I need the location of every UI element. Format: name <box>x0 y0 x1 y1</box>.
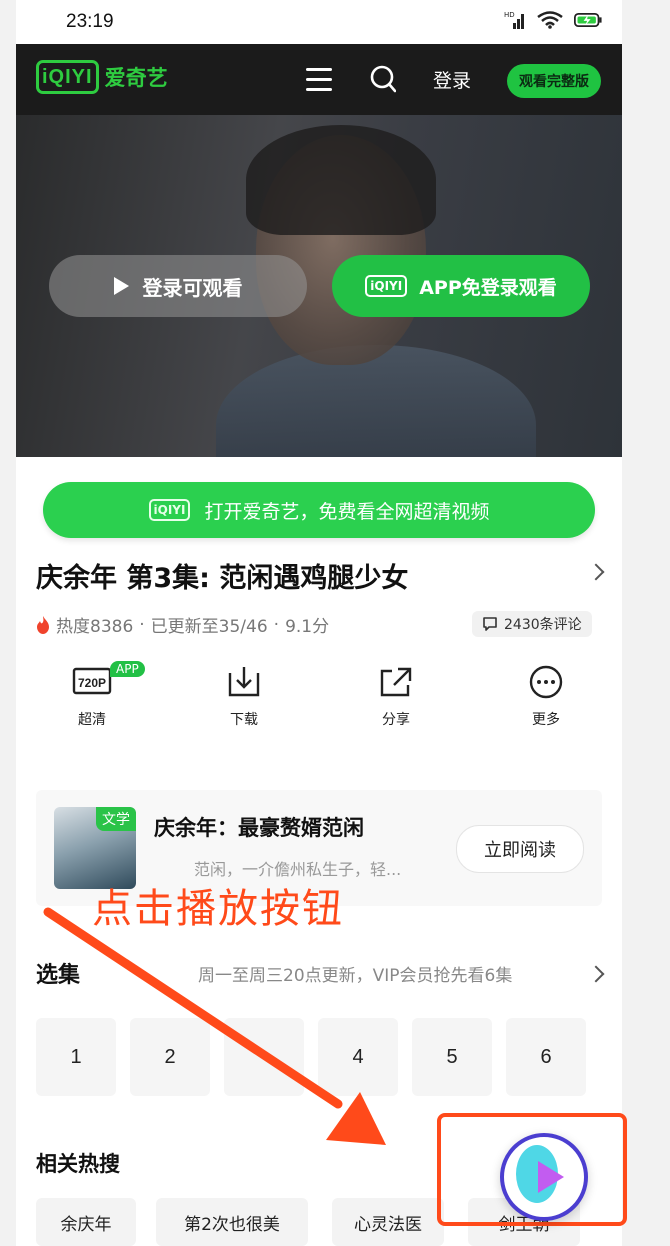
download-label: 下载 <box>230 712 258 728</box>
episode-tile[interactable]: 2 <box>130 1018 210 1096</box>
episode-tile[interactable] <box>224 1018 304 1096</box>
search-icon[interactable] <box>370 64 396 94</box>
more-action[interactable]: 更多 <box>506 665 586 729</box>
floating-play-button[interactable] <box>500 1133 588 1221</box>
app-header: iQIYI 爱奇艺 登录 观看完整版 <box>16 44 622 115</box>
episode-tile[interactable]: 1 <box>36 1018 116 1096</box>
related-tag[interactable]: 第2次也很美 <box>156 1198 308 1246</box>
comments-count: 2430条评论 <box>504 617 582 633</box>
more-icon <box>529 665 563 699</box>
hero-figure-hair <box>246 125 436 235</box>
episode-select-title: 选集 <box>36 963 81 988</box>
related-tag[interactable]: 余庆年 <box>36 1198 136 1246</box>
score-value: 9.1分 <box>285 617 330 637</box>
iqiyi-logo[interactable]: iQIYI 爱奇艺 <box>36 60 168 94</box>
phone-screen: 23:19 HD iQIYI 爱奇艺 登录 观看完整版 登录可观看 iQIYI … <box>16 0 622 1246</box>
meta-separator: · <box>139 614 145 635</box>
open-app-banner[interactable]: iQIYI 打开爱奇艺，免费看全网超清视频 <box>43 482 595 538</box>
share-label: 分享 <box>382 712 410 728</box>
update-status: 已更新至35/46 <box>150 617 268 637</box>
app-watch-label: APP免登录观看 <box>419 276 557 299</box>
comment-icon <box>483 617 497 631</box>
app-watch-button[interactable]: iQIYI APP免登录观看 <box>332 255 590 317</box>
status-icons: HD <box>504 10 602 30</box>
login-to-watch-button[interactable]: 登录可观看 <box>49 255 307 317</box>
hero-figure-body <box>216 345 536 457</box>
heat-value: 热度8386 <box>56 617 134 637</box>
iqiyi-mini-logo-icon: iQIYI <box>365 275 408 297</box>
chevron-right-icon[interactable] <box>587 965 605 983</box>
video-player-area[interactable]: 登录可观看 iQIYI APP免登录观看 <box>16 115 622 457</box>
quality-label: 超清 <box>78 712 106 728</box>
episode-meta: 热度8386 · 已更新至35/46 · 9.1分 <box>36 612 329 637</box>
wifi-icon <box>537 11 563 29</box>
related-searches-title: 相关热搜 <box>36 1152 120 1176</box>
720p-quality-icon: 720P <box>72 667 112 695</box>
open-app-label: 打开爱奇艺，免费看全网超清视频 <box>204 500 490 523</box>
logo-mark: iQIYI <box>36 60 99 94</box>
watch-full-version-button[interactable]: 观看完整版 <box>507 64 601 98</box>
tap-play-instruction: 点击播放按钮 <box>92 886 344 932</box>
svg-text:HD: HD <box>504 11 515 19</box>
chevron-right-icon[interactable] <box>587 563 605 581</box>
comments-button[interactable]: 2430条评论 <box>472 611 592 637</box>
flame-icon <box>37 615 49 634</box>
more-label: 更多 <box>532 712 560 728</box>
action-row: 720P 超清 下载 分享 更多 <box>16 665 622 745</box>
related-tag[interactable]: 心灵法医 <box>332 1198 444 1246</box>
play-icon <box>113 277 129 295</box>
battery-charging-icon <box>574 13 602 27</box>
episode-title[interactable]: 庆余年 第3集: 范闲遇鸡腿少女 <box>36 556 408 595</box>
iqiyi-mini-logo-icon: iQIYI <box>148 499 191 521</box>
share-action[interactable]: 分享 <box>356 665 436 729</box>
menu-icon[interactable] <box>306 68 332 91</box>
episode-tile[interactable]: 4 <box>318 1018 398 1096</box>
login-link[interactable]: 登录 <box>433 66 471 93</box>
book-tag: 文学 <box>96 807 136 831</box>
login-to-watch-label: 登录可观看 <box>142 275 243 300</box>
play-icon <box>538 1161 564 1193</box>
status-bar: 23:19 HD <box>16 0 622 44</box>
meta-separator: · <box>273 614 280 635</box>
status-time: 23:19 <box>66 11 114 32</box>
signal-icon: HD <box>504 11 524 29</box>
share-icon <box>380 667 412 697</box>
episode-update-note[interactable]: 周一至周三20点更新，VIP会员抢先看6集 <box>198 961 512 986</box>
episode-tile[interactable]: 6 <box>506 1018 586 1096</box>
download-action[interactable]: 下载 <box>204 665 284 729</box>
app-badge: APP <box>110 661 145 677</box>
quality-badge-text: 720P <box>78 676 106 690</box>
book-title: 庆余年：最豪赘婿范闲 <box>154 816 364 840</box>
download-icon <box>228 667 260 697</box>
read-now-button[interactable]: 立即阅读 <box>456 825 584 873</box>
logo-text: 爱奇艺 <box>104 66 168 90</box>
episode-tile[interactable]: 5 <box>412 1018 492 1096</box>
